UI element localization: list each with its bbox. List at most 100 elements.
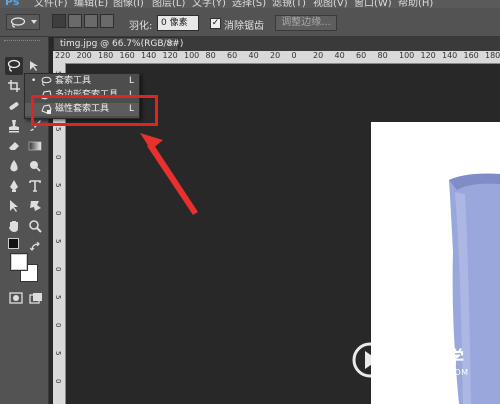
ruler-number: 120 — [162, 51, 178, 60]
foreground-color-swatch[interactable] — [10, 253, 28, 271]
zoom-tool[interactable] — [26, 217, 44, 235]
menu-layer[interactable]: 图层(L) — [152, 0, 185, 8]
swap-colors-button[interactable] — [29, 237, 42, 251]
blur-icon — [10, 160, 18, 172]
ruler-number: 100 — [184, 51, 200, 60]
ruler-number: 0 — [54, 267, 62, 272]
new-selection-button[interactable] — [52, 14, 66, 28]
feather-label: 羽化: — [129, 21, 153, 32]
quick-mask-icon — [9, 292, 23, 304]
screen-mode-button[interactable] — [27, 289, 45, 307]
ruler-number: 0 — [54, 211, 62, 216]
ruler-number: 40 — [334, 51, 345, 60]
healing-brush-tool[interactable] — [5, 97, 23, 115]
dodge-tool[interactable] — [26, 157, 44, 175]
crop-icon — [8, 80, 20, 92]
subtract-from-selection-button[interactable] — [84, 14, 98, 28]
ruler-number: 100 — [399, 51, 415, 60]
zoom-icon — [29, 220, 42, 233]
ruler-number: 180 — [485, 51, 500, 60]
photoshop-logo: Ps — [5, 0, 20, 8]
options-bar: 羽化: 0 像素 ✓ 消除锯齿 调整边缘... — [0, 8, 500, 37]
add-to-selection-button[interactable] — [68, 14, 82, 28]
ruler-number: 0 — [291, 51, 297, 60]
ruler-number: 60 — [356, 51, 367, 60]
refine-edge-button[interactable]: 调整边缘... — [275, 15, 337, 31]
blur-tool[interactable] — [5, 157, 23, 175]
lasso-icon — [10, 17, 26, 28]
ruler-number: 80 — [205, 51, 216, 60]
shape-icon — [30, 201, 41, 211]
hand-tool[interactable] — [5, 217, 23, 235]
intersect-selection-button[interactable] — [100, 14, 114, 28]
pen-icon — [10, 180, 18, 192]
menu-bar: Ps 文件(F) 编辑(E) 图像(I) 图层(L) 文字(Y) 选择(S) 滤… — [0, 0, 500, 8]
ruler-number: 5 — [54, 295, 62, 300]
ruler-number: 5 — [54, 351, 62, 356]
ruler-number: 5 — [54, 127, 62, 132]
ruler-number: 0 — [54, 155, 62, 160]
document-tab-title: timg.jpg @ 66.7%(RGB/8#) — [60, 39, 184, 49]
chevron-down-icon — [31, 20, 37, 24]
ruler-number: 80 — [377, 51, 388, 60]
menu-view[interactable]: 视图(V) — [313, 0, 348, 8]
ruler-number: 160 — [463, 51, 479, 60]
menu-select[interactable]: 选择(S) — [232, 0, 266, 8]
eraser-tool[interactable] — [5, 137, 23, 155]
stamp-icon — [9, 120, 19, 133]
close-icon[interactable]: × — [166, 38, 174, 50]
swap-colors-icon — [29, 241, 40, 251]
ruler-number: 5 — [54, 183, 62, 188]
lasso-tool[interactable] — [5, 57, 23, 75]
shape-tool[interactable] — [26, 197, 44, 215]
watermark: 溜溜自学 ZIXUE.3D66.COM — [352, 338, 470, 390]
menu-window[interactable]: 窗口(W) — [354, 0, 392, 8]
ruler-number: 5 — [54, 239, 62, 244]
type-icon — [29, 180, 41, 192]
flyout-item-lasso[interactable]: • 套索工具 L — [25, 75, 139, 88]
menu-edit[interactable]: 编辑(E) — [74, 0, 108, 8]
ruler-number: 200 — [76, 51, 92, 60]
ruler-number: 140 — [141, 51, 157, 60]
menu-help[interactable]: 帮助(H) — [398, 0, 433, 8]
type-tool[interactable] — [26, 177, 44, 195]
gradient-tool[interactable] — [26, 137, 44, 155]
ruler-number: 0 — [54, 379, 62, 384]
dodge-icon — [30, 161, 41, 172]
menu-type[interactable]: 文字(Y) — [192, 0, 226, 8]
watermark-url: ZIXUE.3D66.COM — [392, 368, 469, 377]
quick-mask-button[interactable] — [7, 289, 25, 307]
ruler-number: 180 — [98, 51, 114, 60]
horizontal-ruler[interactable]: 220 200 180 160 140 120 100 80 60 40 20 0 20 40 60 80 10… — [53, 51, 500, 64]
document-tab-bar: timg.jpg @ 66.7%(RGB/8#) × — [53, 37, 500, 51]
ruler-number: 140 — [442, 51, 458, 60]
ruler-number: 60 — [227, 51, 238, 60]
ruler-number: 20 — [270, 51, 281, 60]
path-select-icon — [10, 200, 18, 212]
document-tab[interactable]: timg.jpg @ 66.7%(RGB/8#) × — [53, 37, 183, 51]
gradient-icon — [28, 141, 42, 151]
ruler-number: 40 — [248, 51, 259, 60]
eraser-icon — [9, 142, 19, 150]
watermark-title: 溜溜自学 — [392, 348, 464, 369]
ruler-number: 160 — [119, 51, 135, 60]
clone-stamp-tool[interactable] — [5, 117, 23, 135]
crop-tool[interactable] — [5, 77, 23, 95]
tool-preset-picker[interactable] — [6, 14, 40, 30]
menu-image[interactable]: 图像(I) — [113, 0, 144, 8]
panel-grip[interactable] — [4, 40, 40, 44]
healing-brush-icon — [9, 102, 19, 110]
default-colors-button[interactable] — [8, 238, 19, 249]
antialias-checkbox[interactable]: ✓ — [210, 18, 221, 29]
ruler-number: 0 — [54, 323, 62, 328]
screen-mode-icon — [29, 293, 42, 304]
antialias-label: 消除锯齿 — [224, 21, 264, 32]
pen-tool[interactable] — [5, 177, 23, 195]
menu-file[interactable]: 文件(F) — [34, 0, 68, 8]
ruler-number: 220 — [55, 51, 71, 60]
feather-input[interactable]: 0 像素 — [157, 15, 199, 31]
menu-filter[interactable]: 滤镜(T) — [272, 0, 306, 8]
move-icon — [30, 61, 38, 71]
lasso-icon — [41, 76, 52, 86]
path-selection-tool[interactable] — [5, 197, 23, 215]
